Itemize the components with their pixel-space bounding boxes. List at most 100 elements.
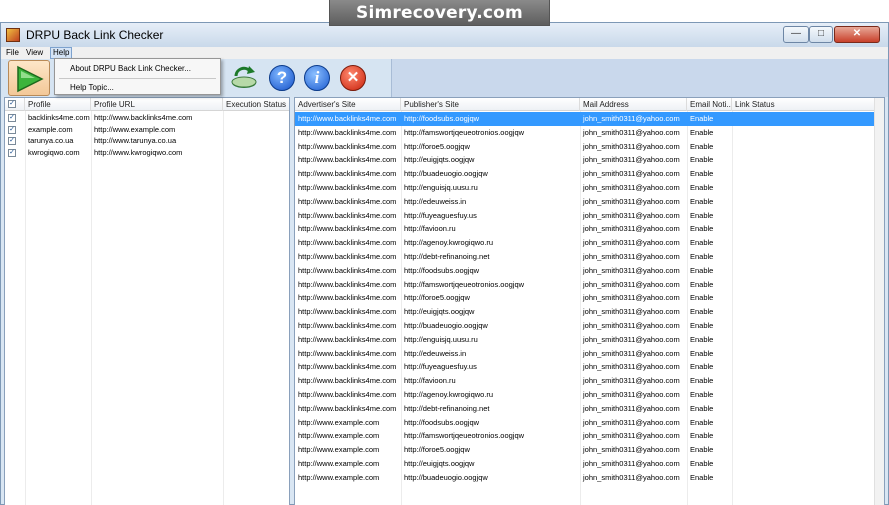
profile-list-panel: ✓ Profile Profile URL Execution Status ✓… [4,97,290,505]
profile-row[interactable]: ✓ tarunya.co.ua http://www.tarunya.co.ua [5,135,289,147]
mail-address-cell: john_smith0311@yahoo.com [583,265,680,275]
table-row[interactable]: http://www.backlinks4me.com http://edeuwe… [295,347,876,361]
advertiser-site-cell: http://www.example.com [298,417,380,427]
table-row[interactable]: http://www.backlinks4me.com http://buadeu… [295,167,876,181]
table-row[interactable]: http://www.backlinks4me.com http://foroe5… [295,140,876,154]
row-checkbox[interactable]: ✓ [8,137,16,145]
table-row[interactable]: http://www.backlinks4me.com http://euigjq… [295,305,876,319]
table-row[interactable]: http://www.backlinks4me.com http://agenoy… [295,388,876,402]
menu-item-help-topic[interactable]: Help Topic... [70,83,114,92]
close-button[interactable]: ✕ [834,26,880,43]
mail-address-cell: john_smith0311@yahoo.com [583,155,680,165]
publisher-site-cell: http://foroe5.oogjqw [404,293,470,303]
profile-url-cell: http://www.kwrogiqwo.com [94,147,183,157]
advertiser-site-cell: http://www.backlinks4me.com [298,127,397,137]
advertiser-site-cell: http://www.backlinks4me.com [298,265,397,275]
col-header-advertisers-site[interactable]: Advertiser's Site [295,98,401,111]
email-notification-cell: Enable [690,252,714,261]
publisher-site-cell: http://famswortjqeueotronios.oogjqw [404,279,525,289]
table-row[interactable]: http://www.backlinks4me.com http://favioo… [295,222,876,236]
advertiser-site-cell: http://www.backlinks4me.com [298,141,397,151]
email-notification-cell: Enable [690,196,714,206]
email-notification-cell: Enable [690,155,714,165]
results-vertical-scrollbar[interactable] [874,98,884,505]
table-row[interactable]: http://www.backlinks4me.com http://foroe5… [295,291,876,305]
email-notification-cell: Enable [690,210,714,220]
row-checkbox[interactable]: ✓ [8,148,16,157]
publisher-site-cell: http://famswortjqeueotronios.oogjqw [404,127,525,137]
row-checkbox[interactable]: ✓ [8,125,16,134]
table-row[interactable]: http://www.backlinks4me.com http://foodsu… [295,112,876,126]
col-header-link-status[interactable]: Link Status [732,98,876,111]
table-row[interactable]: http://www.backlinks4me.com http://foodsu… [295,264,876,278]
table-row[interactable]: http://www.backlinks4me.com http://fuyeag… [295,360,876,374]
col-header-profile[interactable]: Profile [25,98,91,111]
advertiser-site-cell: http://www.backlinks4me.com [298,155,397,165]
table-row[interactable]: http://www.backlinks4me.com http://debt-r… [295,250,876,264]
email-notification-cell: Enable [690,169,714,179]
mail-address-cell: john_smith0311@yahoo.com [583,114,680,123]
table-row[interactable]: http://www.backlinks4me.com http://buadeu… [295,319,876,333]
email-notification-cell: Enable [690,362,714,372]
col-header-mail-address[interactable]: Mail Address [580,98,687,111]
publisher-site-cell: http://agenoy.kwrogiqwo.ru [404,390,494,399]
mail-address-cell: john_smith0311@yahoo.com [583,390,680,399]
table-row[interactable]: http://www.example.com http://famswortjqe… [295,429,876,443]
mail-address-cell: john_smith0311@yahoo.com [583,307,680,317]
advertiser-site-cell: http://www.backlinks4me.com [298,279,397,289]
mail-address-cell: john_smith0311@yahoo.com [583,141,680,151]
col-header-execution-status[interactable]: Execution Status [223,98,289,111]
table-row[interactable]: http://www.backlinks4me.com http://euigjq… [295,153,876,167]
col-header-publishers-site[interactable]: Publisher's Site [401,98,580,111]
select-all-checkbox[interactable]: ✓ [8,100,16,108]
advertiser-site-cell: http://www.example.com [298,445,380,455]
select-all-header[interactable]: ✓ [5,98,25,111]
table-row[interactable]: http://www.backlinks4me.com http://enguis… [295,333,876,347]
profile-cell: tarunya.co.ua [28,136,74,145]
mail-address-cell: john_smith0311@yahoo.com [583,252,680,261]
info-button[interactable]: i [304,65,330,91]
table-row[interactable]: http://www.backlinks4me.com http://debt-r… [295,402,876,416]
mail-address-cell: john_smith0311@yahoo.com [583,459,680,468]
table-row[interactable]: http://www.example.com http://foroe5.oogj… [295,443,876,457]
profile-url-cell: http://www.example.com [94,124,176,134]
table-row[interactable]: http://www.backlinks4me.com http://fuyeag… [295,209,876,223]
table-row[interactable]: http://www.backlinks4me.com http://edeuwe… [295,195,876,209]
profile-cell: example.com [28,124,73,134]
table-row[interactable]: http://www.backlinks4me.com http://famswo… [295,126,876,140]
table-row[interactable]: http://www.example.com http://buadeuogio.… [295,471,876,485]
publisher-site-cell: http://edeuweiss.in [404,348,467,358]
publisher-site-cell: http://edeuweiss.in [404,196,467,206]
table-row[interactable]: http://www.backlinks4me.com http://enguis… [295,181,876,195]
table-row[interactable]: http://www.backlinks4me.com http://favioo… [295,374,876,388]
table-row[interactable]: http://www.backlinks4me.com http://agenoy… [295,236,876,250]
col-header-email-notification[interactable]: Email Noti... [687,98,732,111]
mail-address-cell: john_smith0311@yahoo.com [583,348,680,358]
email-notification-cell: Enable [690,307,714,317]
advertiser-site-cell: http://www.backlinks4me.com [298,307,397,317]
profile-row[interactable]: ✓ example.com http://www.example.com [5,124,289,136]
minimize-button[interactable]: — [783,26,809,43]
advertiser-site-cell: http://www.backlinks4me.com [298,376,397,386]
menu-view[interactable]: View [24,47,45,59]
help-button[interactable]: ? [269,65,295,91]
toolbar-right-area [391,59,888,97]
menu-file[interactable]: File [4,47,21,59]
profile-row[interactable]: ✓ backlinks4me.com http://www.backlinks4me… [5,112,289,124]
refresh-button[interactable] [230,64,257,90]
table-row[interactable]: http://www.example.com http://euigjqts.oo… [295,457,876,471]
publisher-site-cell: http://foroe5.oogjqw [404,445,470,455]
publisher-site-cell: http://fuyeaguesfuy.us [404,210,477,220]
mail-address-cell: john_smith0311@yahoo.com [583,472,680,482]
profile-row[interactable]: ✓ kwrogiqwo.com http://www.kwrogiqwo.com [5,147,289,159]
menu-item-about[interactable]: About DRPU Back Link Checker... [70,64,191,73]
table-row[interactable]: http://www.backlinks4me.com http://famswo… [295,278,876,292]
publisher-site-cell: http://foodsubs.oogjqw [404,265,480,275]
exit-button[interactable]: ✕ [340,65,366,91]
row-checkbox[interactable]: ✓ [8,114,16,122]
advertiser-site-cell: http://www.backlinks4me.com [298,252,397,261]
col-header-profile-url[interactable]: Profile URL [91,98,223,111]
maximize-button[interactable]: □ [809,26,833,43]
table-row[interactable]: http://www.example.com http://foodsubs.oo… [295,416,876,430]
start-button[interactable] [8,60,50,96]
